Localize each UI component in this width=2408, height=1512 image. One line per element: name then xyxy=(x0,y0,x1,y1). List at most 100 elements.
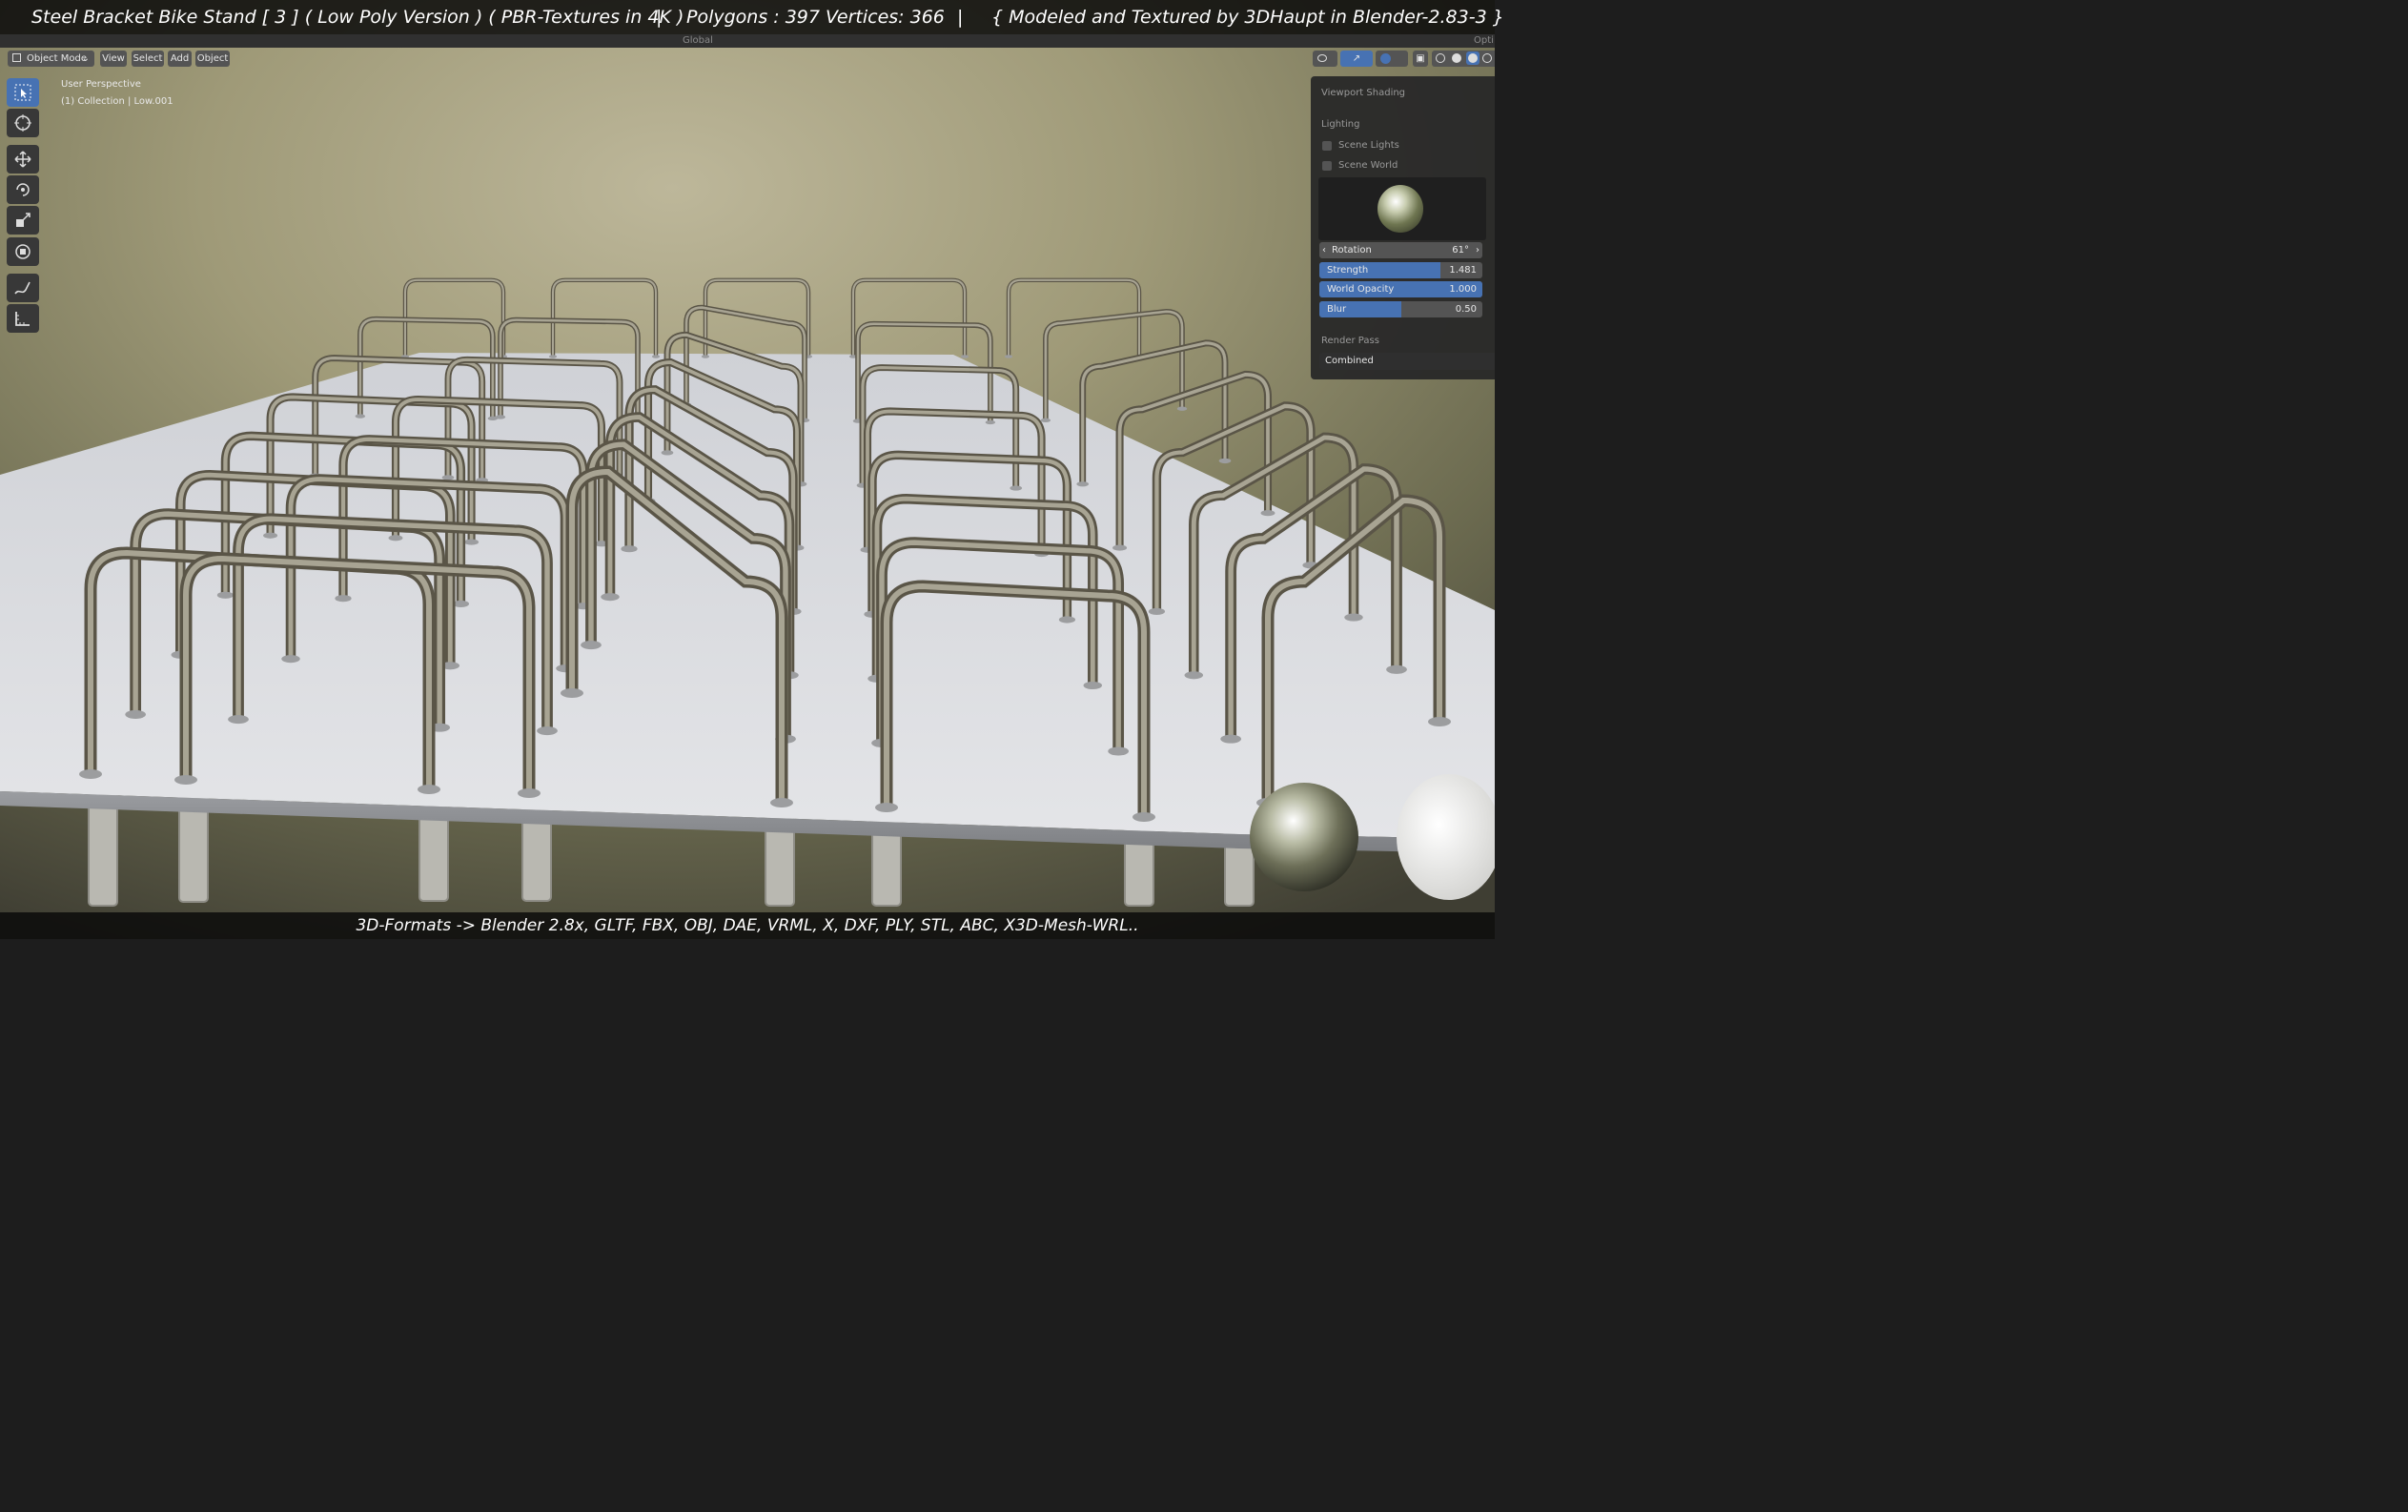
chevron-down-icon: ⌄ xyxy=(81,53,90,64)
blur-label: Blur xyxy=(1327,304,1347,315)
select-box-icon xyxy=(14,84,31,101)
rack-base-plate xyxy=(1108,746,1130,756)
rack-base-plate xyxy=(1344,613,1363,622)
xray-toggle[interactable]: ▣ xyxy=(1413,51,1428,67)
move-tool[interactable] xyxy=(7,145,39,174)
hdri-preview[interactable] xyxy=(1318,177,1486,240)
rack-base-plate xyxy=(1040,418,1051,423)
rack-base-plate xyxy=(701,355,710,358)
scene-world-label: Scene World xyxy=(1338,160,1398,171)
cursor-icon xyxy=(14,114,31,132)
strength-slider[interactable]: Strength 1.481 xyxy=(1319,262,1482,278)
scene-world-checkbox[interactable] xyxy=(1322,161,1332,171)
cursor-tool[interactable] xyxy=(7,109,39,137)
rack-base-plate xyxy=(960,355,969,358)
annotate-icon xyxy=(14,281,31,295)
rack-base-plate xyxy=(263,532,278,539)
transform-orientation[interactable]: Global xyxy=(683,34,713,48)
scene-lights-label: Scene Lights xyxy=(1338,140,1399,151)
rack-base-plate xyxy=(441,475,455,480)
menu-view[interactable]: View xyxy=(100,51,127,67)
mode-label: Object Mode xyxy=(27,53,87,64)
overlay-toggle[interactable] xyxy=(1376,51,1408,67)
rack-base-plate xyxy=(1260,510,1275,517)
viewport-shading-panel: Viewport Shading Lighting Scene Lights S… xyxy=(1311,76,1495,379)
wireframe-shading-icon[interactable] xyxy=(1436,53,1445,63)
menu-add[interactable]: Add xyxy=(168,51,192,67)
move-icon xyxy=(14,151,31,168)
measure-tool[interactable] xyxy=(7,304,39,333)
strength-value: 1.481 xyxy=(1449,265,1477,276)
chevron-left-icon[interactable]: ‹ xyxy=(1322,242,1326,258)
rack-base-plate xyxy=(581,641,602,650)
rack-base-plate xyxy=(355,414,366,419)
viewport-header-strip: Global Opti xyxy=(0,34,1495,48)
solid-shading-icon[interactable] xyxy=(1452,53,1461,63)
xray-icon: ▣ xyxy=(1416,53,1425,64)
rack-base-plate xyxy=(1428,717,1451,726)
rack-base-plate xyxy=(1218,458,1232,464)
panel-title: Viewport Shading xyxy=(1321,88,1406,98)
banner-separator: | xyxy=(656,7,663,28)
banner-stats: Polygons : 397 Vertices: 366 xyxy=(686,7,945,28)
render-pass-dropdown[interactable]: Combined xyxy=(1319,353,1495,370)
eye-icon xyxy=(1317,54,1327,62)
object-mode-icon xyxy=(12,53,21,62)
chrome-sphere xyxy=(1250,783,1358,891)
rack-base-plate xyxy=(1176,406,1188,411)
world-opacity-slider[interactable]: World Opacity 1.000 xyxy=(1319,281,1482,297)
rack-base-plate xyxy=(1076,481,1090,487)
rack-base-plate xyxy=(335,595,352,603)
banner-separator: | xyxy=(957,7,964,28)
mode-dropdown[interactable]: Object Mode ⌄ xyxy=(8,51,94,67)
rack-base-plate xyxy=(1010,485,1023,491)
options-menu[interactable]: Opti xyxy=(1474,34,1494,48)
rack-base-plate xyxy=(621,545,638,553)
measure-icon xyxy=(15,312,30,326)
rack-base-plate xyxy=(1386,664,1407,674)
rotate-icon xyxy=(16,183,30,196)
overlay-icon xyxy=(1380,53,1391,64)
rack-base-plate xyxy=(518,788,541,798)
rack-base-plate xyxy=(125,709,147,719)
scene-lights-checkbox[interactable] xyxy=(1322,141,1332,151)
rotate-tool[interactable] xyxy=(7,175,39,204)
rack-base-plate xyxy=(388,535,403,541)
gizmo-toggle[interactable]: ↗ xyxy=(1340,51,1373,67)
rotation-value: 61° xyxy=(1452,245,1469,255)
menu-object[interactable]: Object xyxy=(195,51,230,67)
rack-base-plate xyxy=(1148,607,1166,616)
viewport-3d[interactable] xyxy=(0,0,1495,939)
rack-base-plate xyxy=(228,715,249,725)
visibility-button[interactable] xyxy=(1313,51,1337,67)
rotation-field[interactable]: ‹ Rotation 61° › xyxy=(1319,242,1482,258)
transform-tool[interactable] xyxy=(7,237,39,266)
material-preview-icon xyxy=(1468,53,1478,63)
rack-base-plate xyxy=(216,591,235,599)
formats-caption: 3D-Formats -> Blender 2.8x, GLTF, FBX, O… xyxy=(0,912,1495,939)
annotate-tool[interactable] xyxy=(7,274,39,302)
title-banner: Steel Bracket Bike Stand [ 3 ] ( Low Pol… xyxy=(0,0,1504,34)
rack-base-plate xyxy=(985,419,996,425)
scale-icon xyxy=(16,213,31,227)
lighting-label: Lighting xyxy=(1321,119,1360,130)
rack-base-plate xyxy=(281,655,300,664)
blur-slider[interactable]: Blur 0.50 xyxy=(1319,301,1482,317)
rack-base-plate xyxy=(601,593,620,602)
gizmo-icon: ↗ xyxy=(1352,53,1361,64)
rack-base-plate xyxy=(548,355,558,358)
rendered-shading-icon[interactable] xyxy=(1482,53,1492,63)
menu-select[interactable]: Select xyxy=(132,51,164,67)
rack-base-plate xyxy=(661,450,674,456)
banner-title: Steel Bracket Bike Stand [ 3 ] ( Low Pol… xyxy=(31,7,684,28)
active-collection-label: (1) Collection | Low.001 xyxy=(61,96,173,107)
rack-base-plate xyxy=(495,415,506,419)
scale-tool[interactable] xyxy=(7,206,39,235)
chevron-right-icon[interactable]: › xyxy=(1476,242,1479,258)
select-box-tool[interactable] xyxy=(7,78,39,107)
rack-base-plate xyxy=(174,775,197,785)
rack-base-plate xyxy=(561,688,583,698)
rack-base-plate xyxy=(1112,544,1128,551)
banner-credit: { Modeled and Textured by 3DHaupt in Ble… xyxy=(991,7,1504,28)
shading-mode-group xyxy=(1432,51,1495,67)
